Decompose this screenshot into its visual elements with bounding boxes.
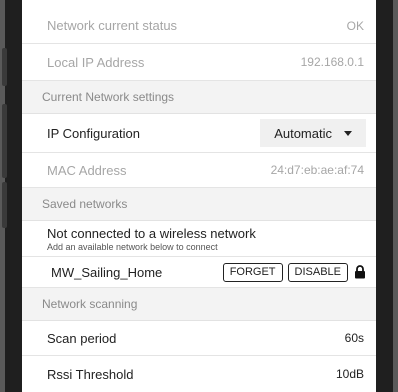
disable-button[interactable]: DISABLE xyxy=(287,262,348,282)
local-ip-value: 192.168.0.1 xyxy=(300,55,364,69)
rssi-threshold-value: 10dB xyxy=(335,367,364,381)
mac-address-value: 24:d7:eb:ae:af:74 xyxy=(270,163,364,177)
ip-configuration-row: IP Configuration Automatic xyxy=(22,114,376,153)
scan-period-label: Scan period xyxy=(47,330,117,346)
lock-icon xyxy=(355,265,365,279)
not-connected-row: Not connected to a wireless network Add … xyxy=(22,221,376,257)
ip-configuration-label: IP Configuration xyxy=(47,125,140,141)
saved-network-row[interactable]: MW_Sailing_Home FORGET DISABLE xyxy=(22,257,376,288)
phone-bezel-right xyxy=(376,0,398,392)
settings-screen: Network current status OK Local IP Addre… xyxy=(22,0,376,392)
saved-network-name: MW_Sailing_Home xyxy=(51,264,163,280)
network-status-row: Network current status OK xyxy=(22,8,376,44)
not-connected-title: Not connected to a wireless network xyxy=(47,225,256,241)
network-status-value: OK xyxy=(346,18,364,33)
phone-bezel-left xyxy=(0,0,22,392)
section-network-scanning: Network scanning xyxy=(22,288,376,321)
network-status-label: Network current status xyxy=(47,18,178,33)
ip-configuration-value: Automatic xyxy=(274,125,332,141)
not-connected-subtitle: Add an available network below to connec… xyxy=(47,241,218,252)
side-button xyxy=(2,182,7,228)
ip-configuration-select[interactable]: Automatic xyxy=(260,119,366,147)
section-saved-networks: Saved networks xyxy=(22,188,376,221)
volume-up-button xyxy=(2,48,7,86)
bezel-edge xyxy=(393,0,398,392)
section-current-network: Current Network settings xyxy=(22,81,376,114)
volume-down-button xyxy=(2,104,7,178)
mac-address-label: MAC Address xyxy=(47,162,127,178)
local-ip-label: Local IP Address xyxy=(47,54,145,70)
scan-period-row[interactable]: Scan period 60s xyxy=(22,321,376,356)
local-ip-row: Local IP Address 192.168.0.1 xyxy=(22,44,376,81)
chevron-down-icon xyxy=(344,130,352,136)
rssi-threshold-row[interactable]: Rssi Threshold 10dB xyxy=(22,356,376,392)
mac-address-row: MAC Address 24:d7:eb:ae:af:74 xyxy=(22,153,376,188)
scan-period-value: 60s xyxy=(344,331,364,345)
rssi-threshold-label: Rssi Threshold xyxy=(47,366,134,382)
forget-button[interactable]: FORGET xyxy=(222,262,283,282)
